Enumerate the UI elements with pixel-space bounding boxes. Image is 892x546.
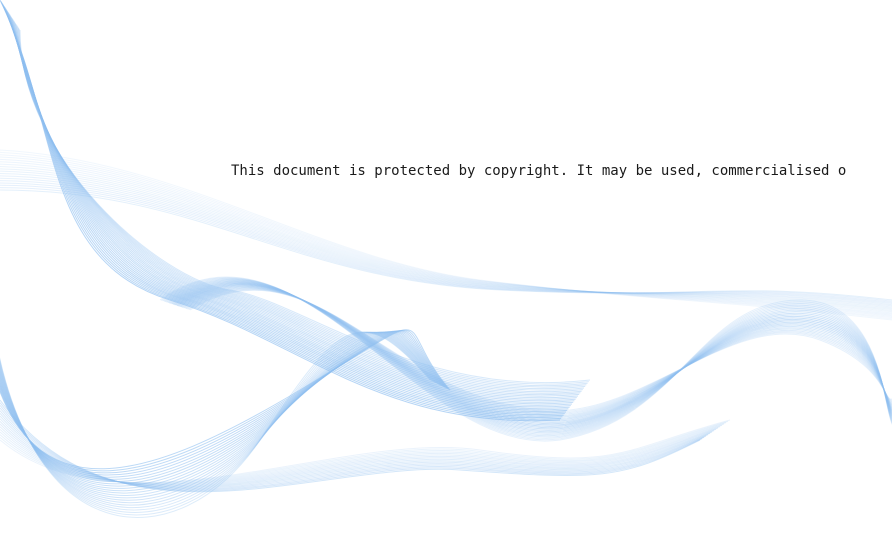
decorative-wave-graphic (0, 0, 892, 518)
document-page: This document is protected by copyright.… (0, 0, 892, 546)
copyright-notice: This document is protected by copyright.… (231, 163, 847, 179)
